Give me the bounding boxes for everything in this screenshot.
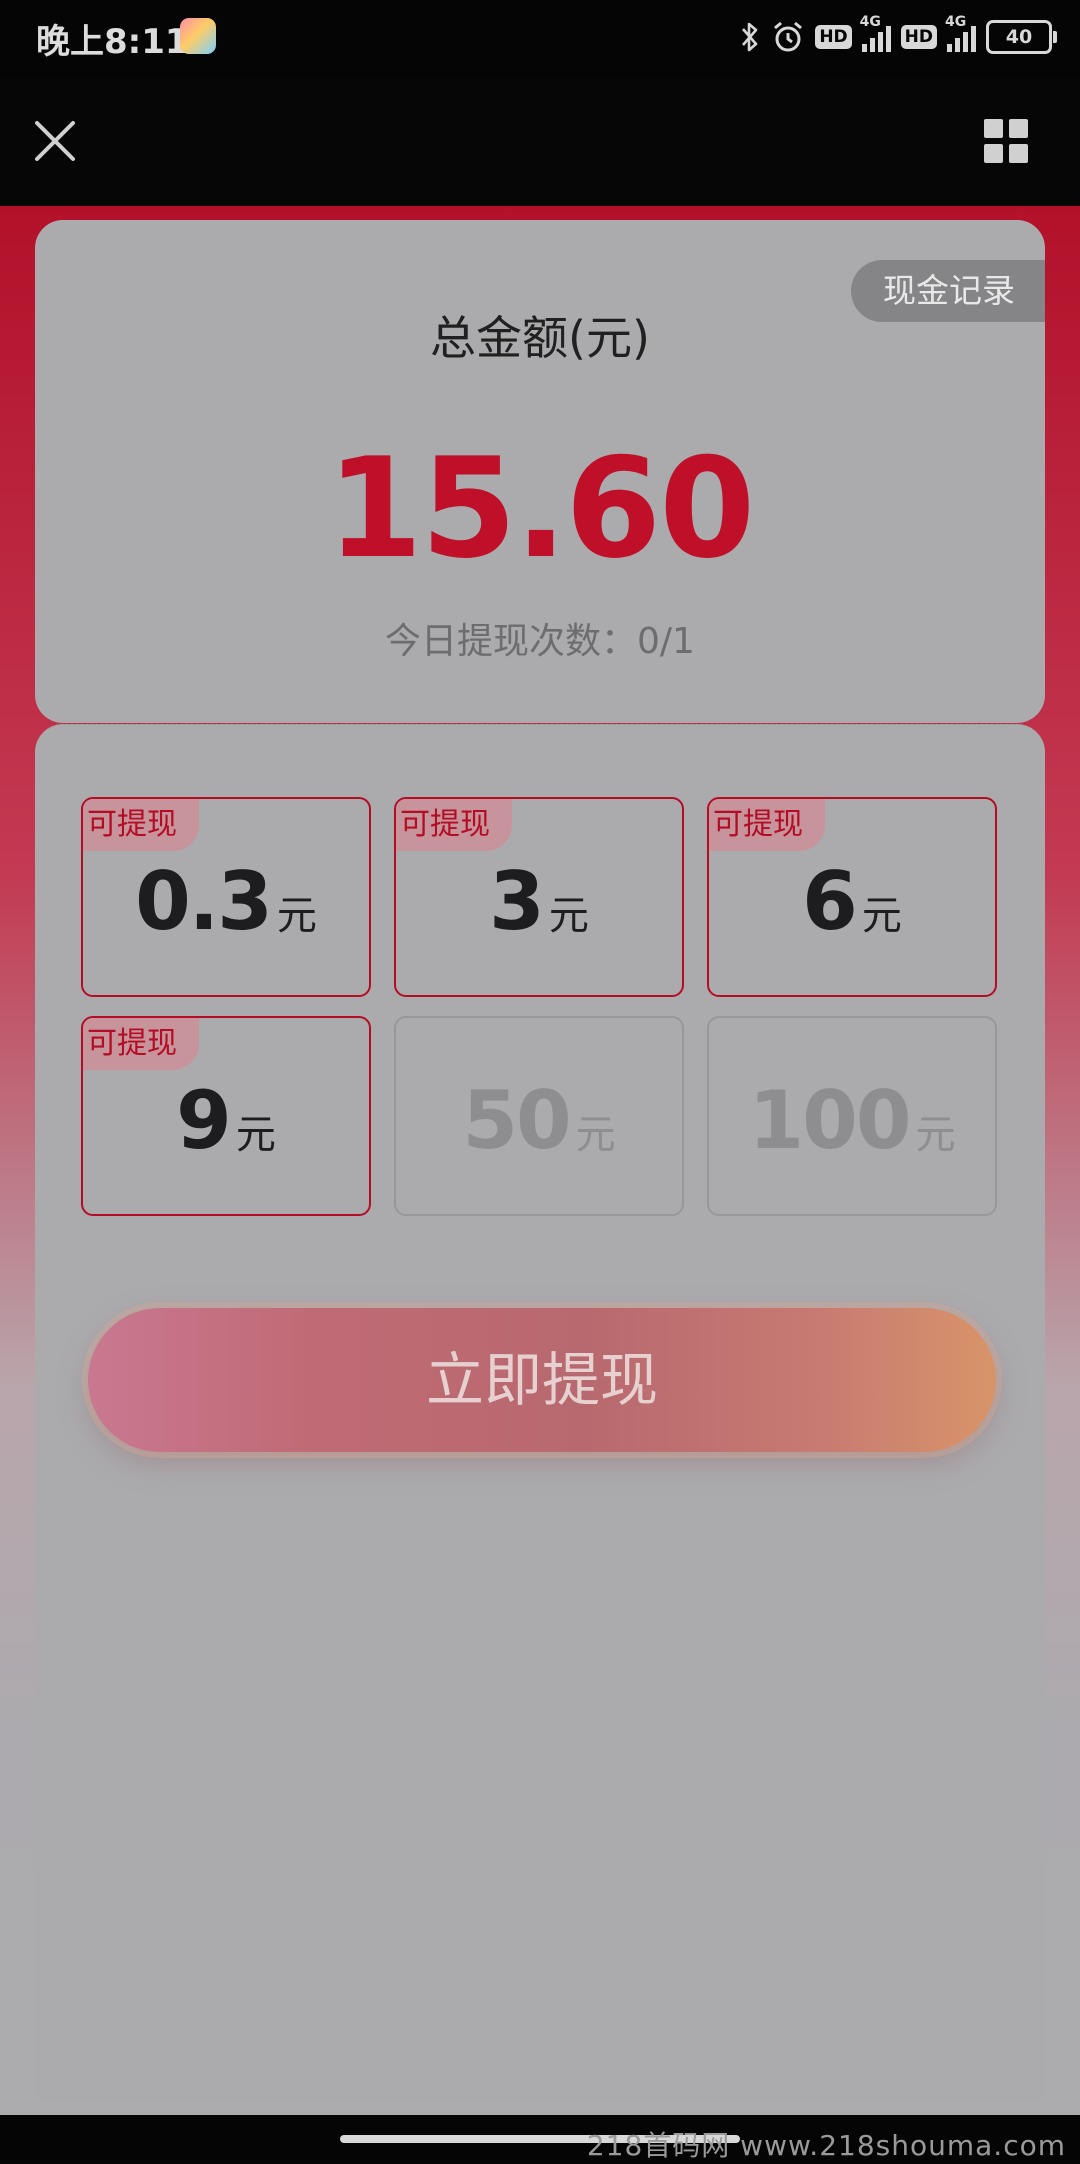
option-amount: 9 [176, 1074, 232, 1167]
balance-card: 现金记录 总金额(元) 15.60 今日提现次数：0/1 [35, 220, 1045, 723]
option-amount: 0.3 [135, 855, 273, 948]
withdraw-now-button[interactable]: 立即提现 [88, 1308, 996, 1452]
withdraw-option-6[interactable]: 可提现 6元 [707, 797, 997, 997]
bluetooth-icon [742, 22, 758, 52]
signal-icon: 4G [860, 14, 891, 52]
option-unit: 元 [235, 1112, 276, 1158]
total-amount-value: 15.60 [326, 428, 756, 589]
withdraw-option-100[interactable]: 100 元 [707, 1016, 997, 1216]
close-icon[interactable] [34, 120, 76, 162]
status-time: 晚上8:11 [36, 22, 189, 62]
option-amount: 6 [802, 855, 858, 948]
available-tag: 可提现 [83, 799, 199, 851]
available-tag: 可提现 [83, 1018, 199, 1070]
option-unit: 元 [861, 893, 902, 939]
watermark: 218首码网 www.218shouma.com [586, 2129, 1066, 2162]
grid-menu-icon[interactable] [984, 119, 1028, 163]
withdraw-option-50[interactable]: 50 元 [394, 1016, 684, 1216]
nav-bar [0, 76, 1080, 206]
option-unit: 元 [915, 1112, 956, 1158]
status-icons: HD 4G HD 4G 40 [739, 14, 1057, 60]
withdraw-option-3[interactable]: 可提现 3元 [394, 797, 684, 997]
option-unit: 元 [276, 893, 317, 939]
total-amount-label: 总金额(元) [430, 311, 650, 365]
option-amount: 50 [462, 1074, 571, 1167]
battery-icon: 40 [986, 20, 1057, 54]
hd-badge: HD [815, 25, 852, 49]
withdraw-option-0-3[interactable]: 可提现 0.3 元 [81, 797, 371, 997]
option-amount: 3 [489, 855, 545, 948]
status-bar: 晚上8:11 HD 4G HD 4G 40 [0, 0, 1080, 76]
daily-withdraw-count: 今日提现次数：0/1 [385, 621, 695, 662]
option-unit: 元 [575, 1112, 616, 1158]
available-tag: 可提现 [709, 799, 825, 851]
option-amount: 100 [748, 1074, 912, 1167]
option-unit: 元 [548, 893, 589, 939]
withdraw-option-9[interactable]: 可提现 9元 [81, 1016, 371, 1216]
game-app-icon [180, 18, 216, 54]
hd-badge-2: HD [900, 25, 937, 49]
signal-icon-2: 4G [945, 14, 976, 52]
alarm-icon [774, 21, 803, 52]
available-tag: 可提现 [396, 799, 512, 851]
